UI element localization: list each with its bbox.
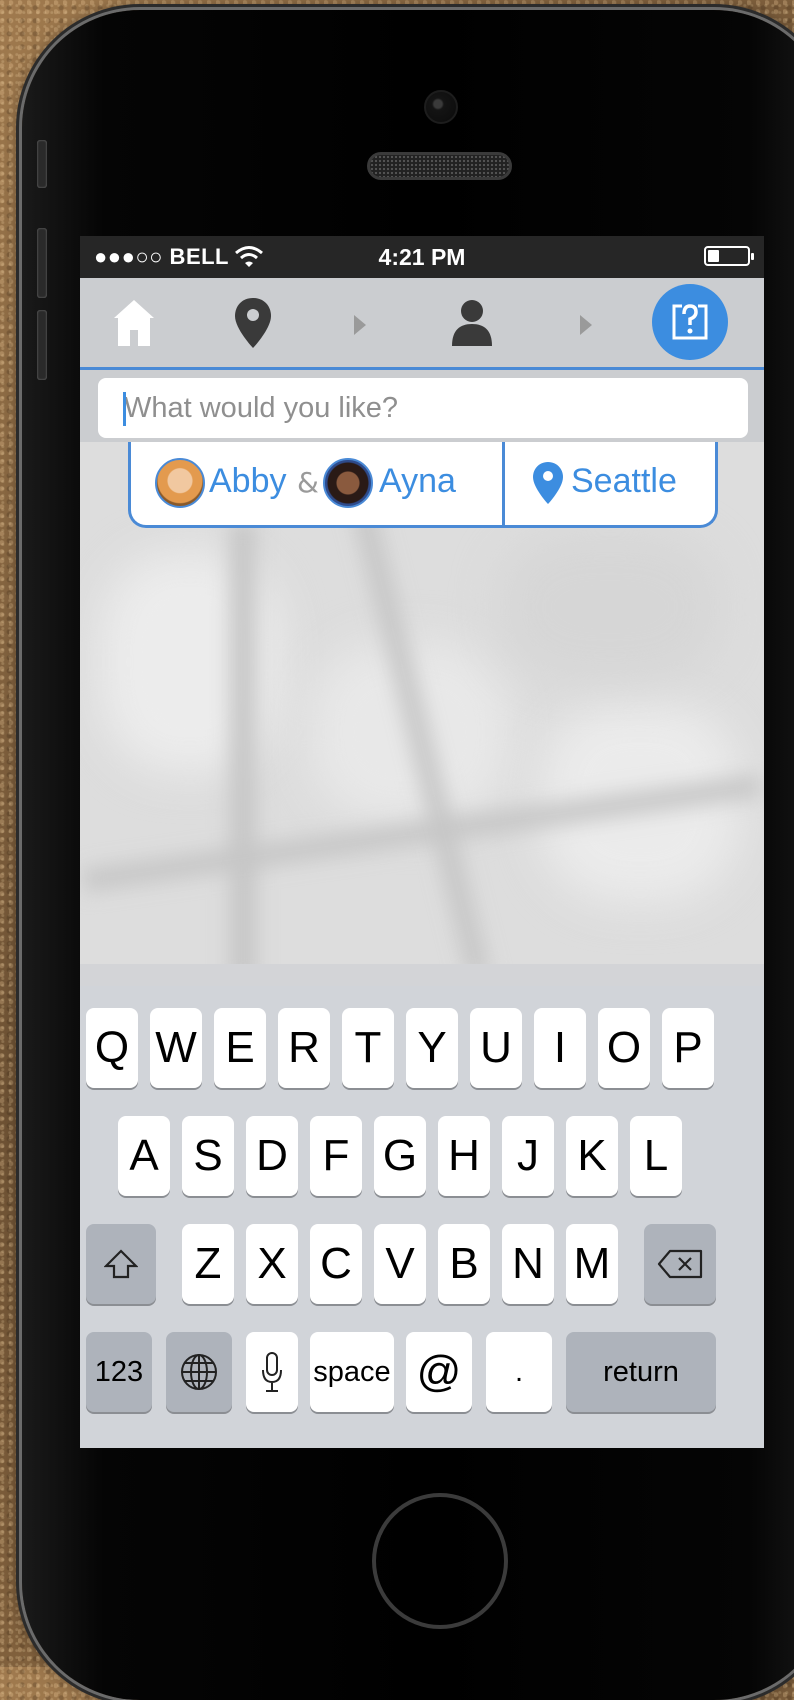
- key-s[interactable]: S: [182, 1116, 234, 1196]
- person-icon[interactable]: [450, 298, 494, 348]
- status-bar: ●●●○○ BELL 4:21 PM: [80, 236, 764, 278]
- phone-screen: ●●●○○ BELL 4:21 PM What would you like? …: [80, 236, 764, 1448]
- front-camera: [424, 90, 458, 124]
- status-time: 4:21 PM: [378, 244, 466, 270]
- mute-switch: [37, 140, 47, 188]
- key-o[interactable]: O: [598, 1008, 650, 1088]
- volume-down-button: [37, 310, 47, 380]
- key-v[interactable]: V: [374, 1224, 426, 1304]
- chevron-right-icon: [580, 315, 592, 335]
- avatar-abby: [155, 458, 205, 508]
- people-separator: &: [297, 466, 319, 499]
- key-m[interactable]: M: [566, 1224, 618, 1304]
- backspace-key[interactable]: [644, 1224, 716, 1304]
- key-d[interactable]: D: [246, 1116, 298, 1196]
- people-chip[interactable]: Abby & Ayna: [131, 442, 505, 525]
- key-r[interactable]: R: [278, 1008, 330, 1088]
- globe-icon: [181, 1354, 217, 1390]
- search-bar: [80, 370, 764, 442]
- battery-icon: [704, 246, 754, 266]
- at-key[interactable]: @: [406, 1332, 472, 1412]
- help-button[interactable]: [652, 284, 728, 360]
- avatar-ayna: [323, 458, 373, 508]
- key-a[interactable]: A: [118, 1116, 170, 1196]
- key-q[interactable]: Q: [86, 1008, 138, 1088]
- home-button[interactable]: [372, 1493, 508, 1629]
- key-j[interactable]: J: [502, 1116, 554, 1196]
- location-chip[interactable]: Seattle: [505, 442, 715, 525]
- earpiece-speaker: [367, 152, 512, 180]
- keyboard: Q W E R T Y U I O P A S D F G H J K L Z …: [80, 986, 764, 1448]
- key-p[interactable]: P: [662, 1008, 714, 1088]
- key-l[interactable]: L: [630, 1116, 682, 1196]
- key-x[interactable]: X: [246, 1224, 298, 1304]
- key-w[interactable]: W: [150, 1008, 202, 1088]
- location-pin-icon[interactable]: [233, 296, 273, 350]
- key-z[interactable]: Z: [182, 1224, 234, 1304]
- person-name-ayna: Ayna: [379, 462, 456, 500]
- key-b[interactable]: B: [438, 1224, 490, 1304]
- chevron-right-icon: [354, 315, 366, 335]
- microphone-icon: [262, 1352, 282, 1392]
- shift-arrow-icon: [104, 1249, 138, 1279]
- key-k[interactable]: K: [566, 1116, 618, 1196]
- search-input[interactable]: [98, 378, 748, 438]
- volume-up-button: [37, 228, 47, 298]
- return-key[interactable]: return: [566, 1332, 716, 1412]
- key-t[interactable]: T: [342, 1008, 394, 1088]
- text-cursor: [123, 392, 126, 426]
- dictation-key[interactable]: [246, 1332, 298, 1412]
- location-pin-icon: [533, 462, 563, 504]
- globe-key[interactable]: [166, 1332, 232, 1412]
- key-y[interactable]: Y: [406, 1008, 458, 1088]
- home-icon[interactable]: [112, 298, 156, 348]
- key-h[interactable]: H: [438, 1116, 490, 1196]
- key-e[interactable]: E: [214, 1008, 266, 1088]
- period-key[interactable]: .: [486, 1332, 552, 1412]
- context-chips: Abby & Ayna Seattle: [128, 442, 718, 528]
- key-g[interactable]: G: [374, 1116, 426, 1196]
- space-key[interactable]: space: [310, 1332, 394, 1412]
- battery-level: [708, 250, 719, 262]
- backspace-icon: [657, 1249, 703, 1279]
- key-n[interactable]: N: [502, 1224, 554, 1304]
- key-c[interactable]: C: [310, 1224, 362, 1304]
- key-u[interactable]: U: [470, 1008, 522, 1088]
- step-navigation: [80, 278, 764, 370]
- person-name-abby: Abby: [209, 462, 287, 500]
- numbers-key[interactable]: 123: [86, 1332, 152, 1412]
- help-question-icon: [672, 304, 708, 340]
- location-name: Seattle: [571, 462, 677, 500]
- key-i[interactable]: I: [534, 1008, 586, 1088]
- shift-key[interactable]: [86, 1224, 156, 1304]
- key-f[interactable]: F: [310, 1116, 362, 1196]
